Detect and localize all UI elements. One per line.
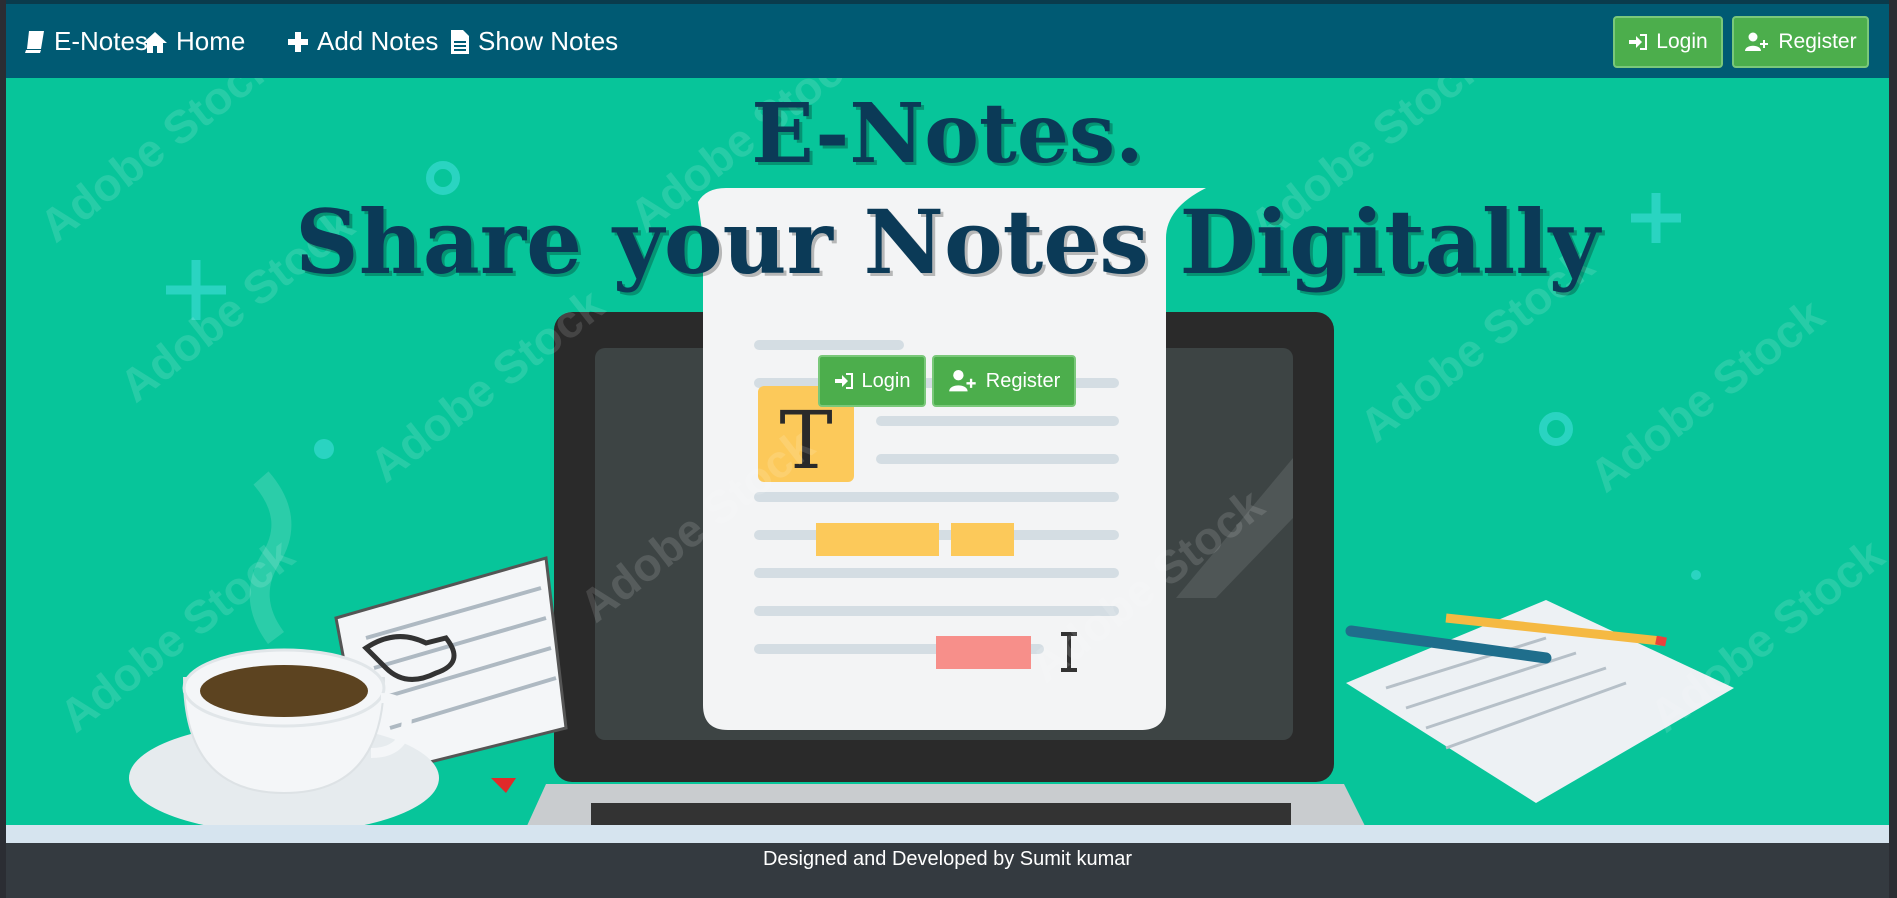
nav-show-notes[interactable]: Show Notes: [450, 26, 618, 57]
book-icon: [25, 30, 44, 53]
hero-login-label: Login: [861, 369, 911, 392]
nav-home[interactable]: Home: [142, 26, 245, 57]
file-icon: [451, 29, 469, 54]
brand-label: E-Notes: [54, 26, 148, 56]
home-icon: [143, 31, 167, 53]
navbar-login-button[interactable]: Login: [1613, 16, 1723, 68]
hero-register-label: Register: [985, 369, 1061, 392]
navbar-register-button[interactable]: Register: [1732, 16, 1869, 68]
hero-register-button[interactable]: Register: [932, 355, 1076, 407]
hero-subtitle: Share your Notes Digitally: [295, 190, 1600, 294]
nav-add-notes-label: Add Notes: [317, 26, 439, 56]
nav-home-label: Home: [176, 26, 246, 56]
hero-login-button[interactable]: Login: [818, 355, 926, 407]
hero-title: E-Notes.: [751, 86, 1144, 182]
nav-add-notes[interactable]: Add Notes: [287, 26, 438, 57]
plus-icon: [288, 31, 308, 52]
separator-strip: [6, 825, 1889, 843]
navbar-login-label: Login: [1656, 30, 1708, 53]
sign-in-icon: [1629, 34, 1648, 50]
footer-text: Designed and Developed by Sumit kumar: [762, 848, 1133, 870]
user-plus-icon: [948, 370, 976, 392]
user-plus-icon: [1745, 32, 1769, 51]
nav-show-notes-label: Show Notes: [478, 26, 619, 56]
navbar-register-label: Register: [1778, 30, 1857, 53]
hero-section: T Adobe Stock Adobe Stock Adobe Stock Ad…: [6, 78, 1889, 825]
navbar: E-Notes Home Add Notes Show Notes Login: [6, 0, 1889, 78]
footer: Designed and Developed by Sumit kumar: [6, 843, 1889, 898]
sign-in-icon: [834, 373, 853, 389]
brand-link[interactable]: E-Notes: [24, 26, 148, 57]
